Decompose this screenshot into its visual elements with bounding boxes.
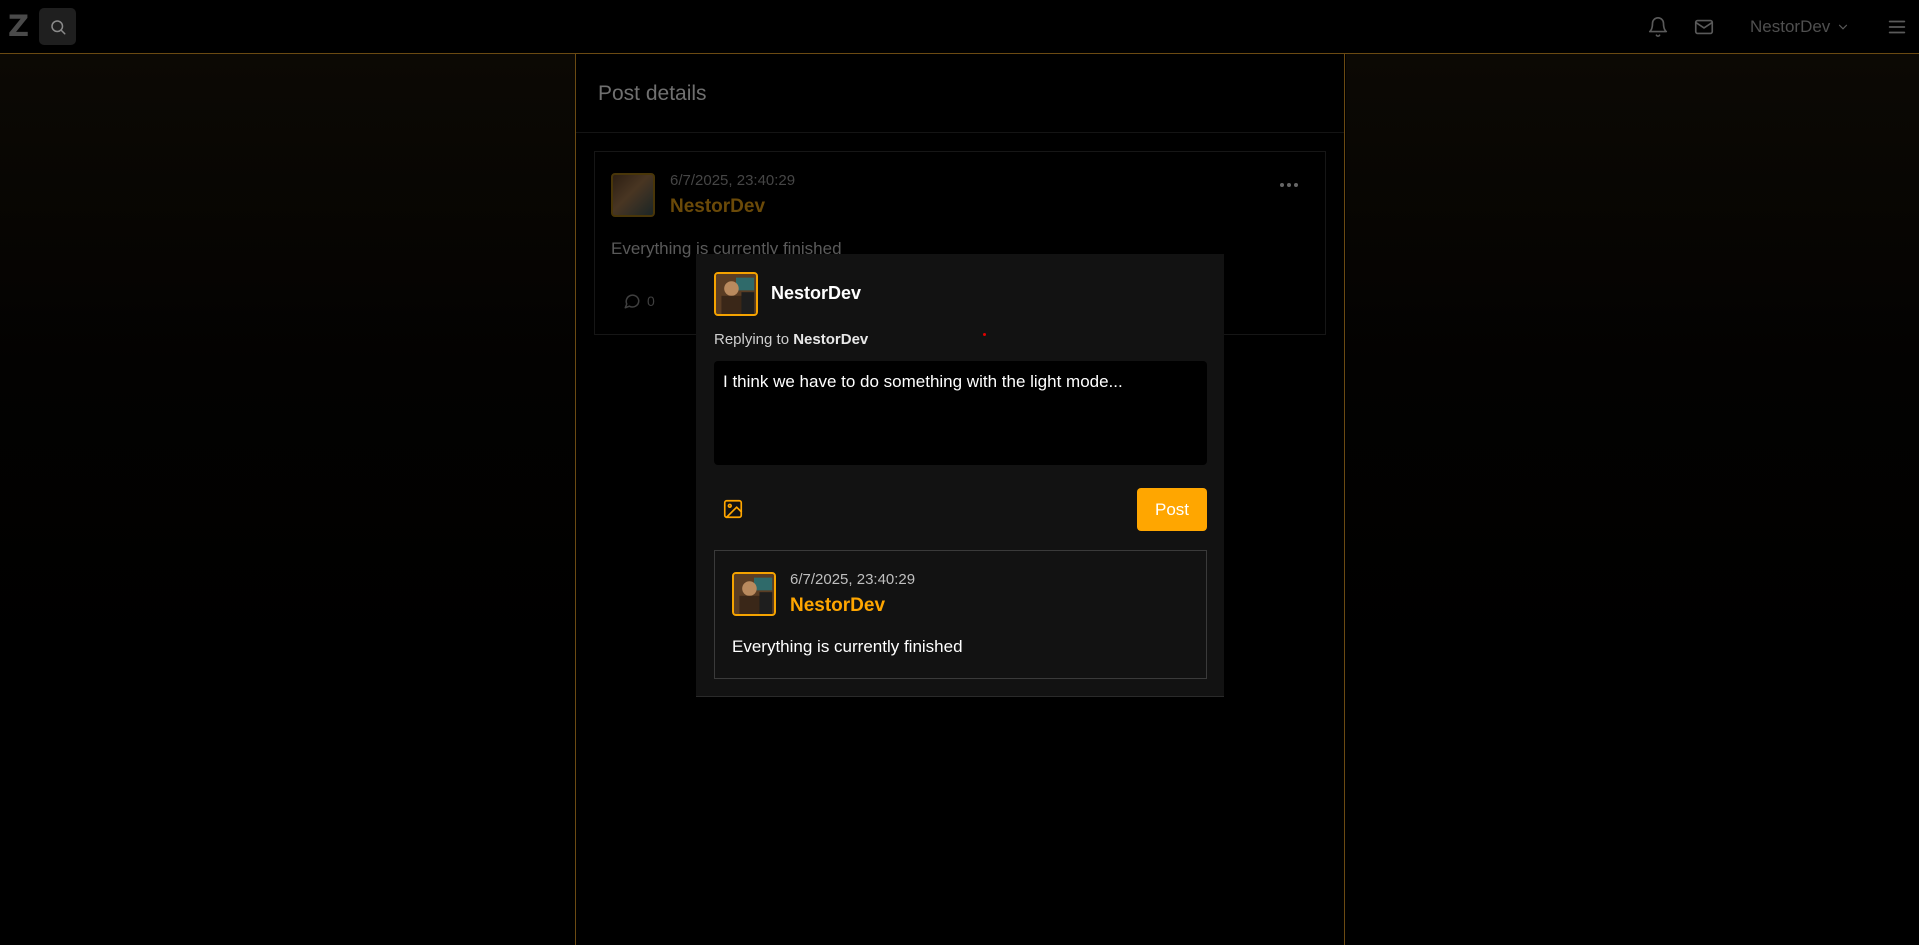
- top-navigation-bar: Z NestorDev: [0, 0, 1919, 54]
- avatar-image: [716, 274, 756, 314]
- quoted-post-author[interactable]: NestorDev: [790, 595, 885, 617]
- more-options-icon[interactable]: [1279, 182, 1299, 188]
- comment-icon: [624, 294, 640, 309]
- reply-input[interactable]: I think we have to do something with the…: [714, 361, 1207, 465]
- avatar[interactable]: [611, 173, 655, 217]
- avatar[interactable]: [714, 272, 758, 316]
- quoted-post-text: Everything is currently finished: [732, 637, 963, 656]
- replying-prefix: Replying to: [714, 331, 790, 348]
- app-logo[interactable]: Z: [8, 10, 29, 42]
- reply-modal: NestorDev Replying to NestorDev I think …: [696, 254, 1224, 697]
- image-upload-icon[interactable]: [722, 498, 744, 520]
- search-icon: [50, 19, 65, 34]
- avatar-image: [734, 574, 774, 614]
- post-button[interactable]: Post: [1137, 488, 1207, 531]
- mail-icon[interactable]: [1693, 16, 1715, 38]
- right-side-panel: [1346, 54, 1919, 945]
- replying-to-user[interactable]: NestorDev: [793, 331, 868, 348]
- bell-icon[interactable]: [1647, 16, 1669, 38]
- search-button[interactable]: [39, 8, 76, 45]
- chevron-down-icon: [1839, 24, 1848, 30]
- avatar[interactable]: [732, 572, 776, 616]
- comment-count: 0: [647, 293, 655, 309]
- title-divider: [576, 132, 1344, 133]
- hamburger-menu-icon[interactable]: [1886, 16, 1908, 38]
- page-title: Post details: [598, 82, 707, 105]
- left-side-panel: [0, 54, 575, 945]
- replying-to-label: Replying to NestorDev: [714, 331, 868, 348]
- user-menu[interactable]: NestorDev: [1750, 16, 1850, 38]
- quoted-post: 6/7/2025, 23:40:29 NestorDev Everything …: [714, 550, 1207, 679]
- user-menu-name: NestorDev: [1750, 17, 1831, 36]
- modal-username: NestorDev: [771, 283, 862, 303]
- comment-button[interactable]: 0: [623, 292, 655, 310]
- quoted-post-timestamp: 6/7/2025, 23:40:29: [790, 571, 916, 588]
- post-author[interactable]: NestorDev: [670, 196, 765, 218]
- post-timestamp: 6/7/2025, 23:40:29: [670, 172, 796, 189]
- cursor-dot: [983, 333, 986, 336]
